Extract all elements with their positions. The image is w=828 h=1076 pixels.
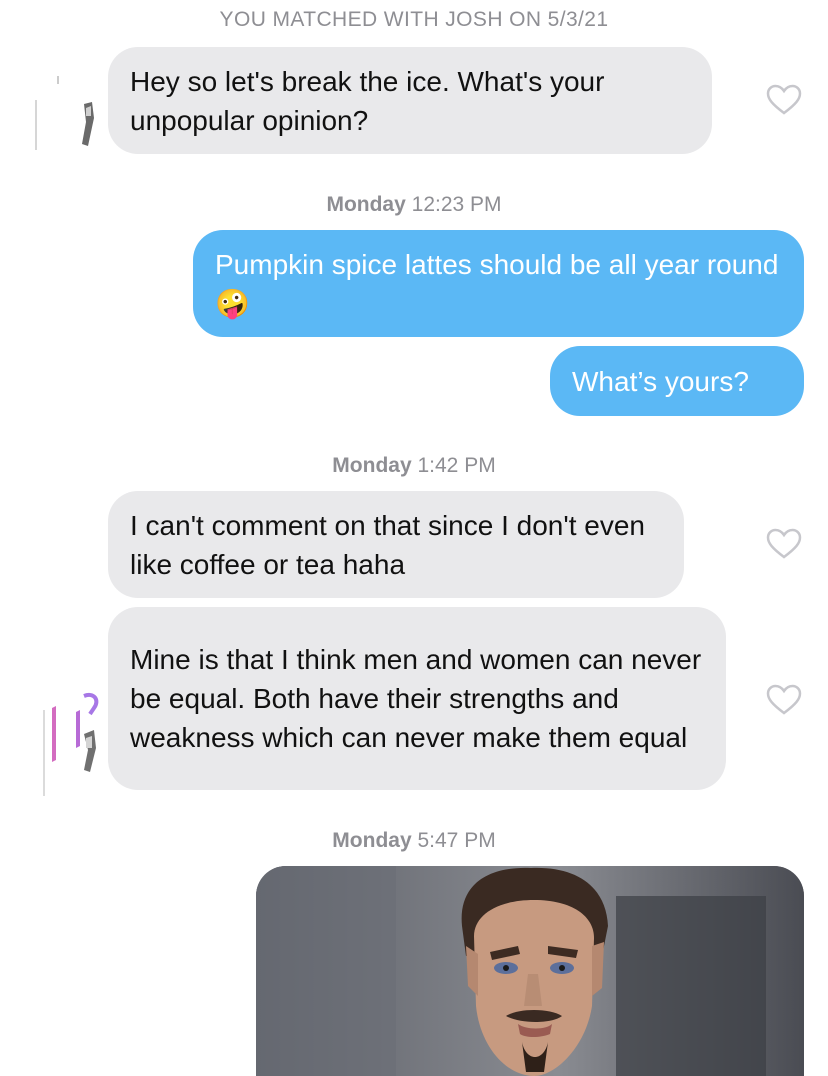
- timestamp-day: Monday: [326, 193, 406, 216]
- heart-icon[interactable]: [766, 84, 802, 116]
- message-text: I can't comment on that since I don't ev…: [130, 509, 645, 580]
- message-text: What’s yours?: [572, 365, 749, 397]
- avatar-image: [43, 693, 99, 796]
- gif-image: [256, 866, 804, 1076]
- timestamp-time: 1:42 PM: [417, 454, 496, 477]
- timestamp: Monday 5:47 PM: [0, 829, 828, 853]
- message-bubble-sent[interactable]: What’s yours?: [550, 346, 804, 416]
- timestamp-time: 12:23 PM: [411, 193, 502, 216]
- timestamp-day: Monday: [332, 454, 412, 477]
- heart-icon[interactable]: [766, 528, 802, 560]
- timestamp-time: 5:47 PM: [417, 829, 496, 852]
- message-bubble-sent[interactable]: Pumpkin spice lattes should be all year …: [193, 230, 804, 337]
- message-text: Mine is that I think men and women can n…: [130, 644, 702, 753]
- match-banner: YOU MATCHED WITH JOSH ON 5/3/21: [219, 8, 609, 31]
- avatar[interactable]: [28, 690, 108, 800]
- avatar[interactable]: [28, 72, 108, 154]
- timestamp: Monday 1:42 PM: [0, 454, 828, 478]
- gif-message[interactable]: [256, 866, 804, 1076]
- message-text-body: Pumpkin spice lattes should be all year …: [215, 248, 779, 280]
- avatar-image: [35, 76, 94, 150]
- message-bubble-received[interactable]: Mine is that I think men and women can n…: [108, 607, 726, 790]
- message-bubble-received[interactable]: I can't comment on that since I don't ev…: [108, 491, 684, 598]
- message-text: Hey so let's break the ice. What's your …: [130, 65, 605, 136]
- heart-icon[interactable]: [766, 684, 802, 716]
- message-text: Pumpkin spice lattes should be all year …: [215, 245, 782, 323]
- timestamp-day: Monday: [332, 829, 412, 852]
- zany-face-emoji: 🤪: [215, 286, 250, 320]
- timestamp: Monday 12:23 PM: [0, 193, 828, 217]
- message-bubble-received[interactable]: Hey so let's break the ice. What's your …: [108, 47, 712, 154]
